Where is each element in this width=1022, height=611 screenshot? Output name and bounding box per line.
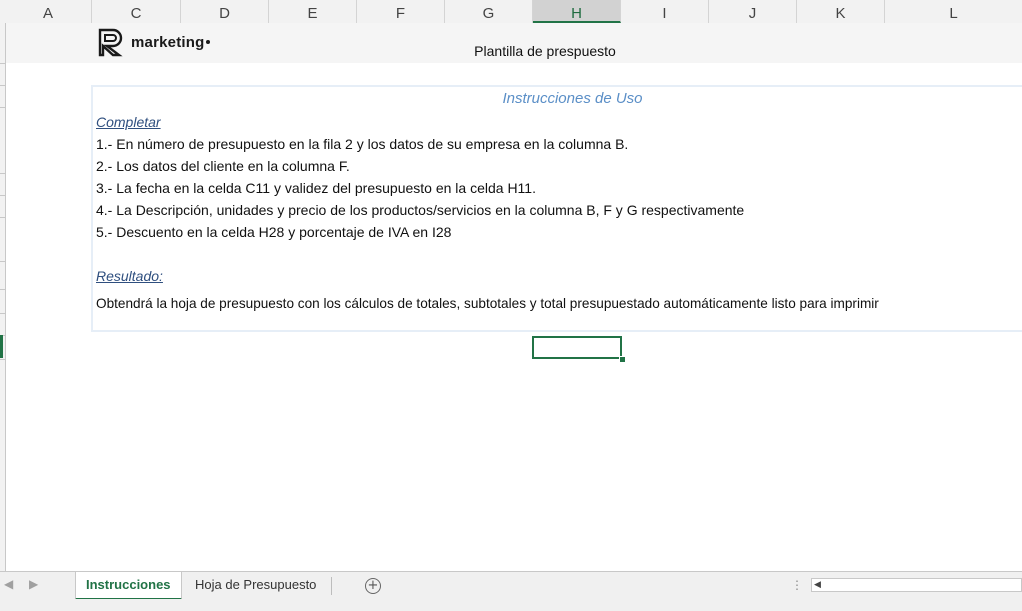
company-logo: marketing [97, 27, 210, 57]
result-heading: Resultado: [96, 268, 163, 284]
column-header-g[interactable]: G [445, 0, 533, 23]
column-header-c[interactable]: C [92, 0, 181, 23]
row-divider [0, 217, 5, 218]
instructions-title: Instrucciones de Uso [502, 90, 643, 107]
scroll-left-arrow-icon[interactable]: ◀ [814, 579, 821, 591]
column-header-i[interactable]: I [621, 0, 709, 23]
column-header-a[interactable]: A [5, 0, 92, 23]
logo-dot [205, 40, 210, 44]
row-divider [0, 359, 5, 360]
instruction-step: 5.- Descuento en la celda H28 y porcenta… [96, 224, 452, 240]
horizontal-scrollbar[interactable]: ◀ [811, 578, 1022, 592]
row-divider [0, 289, 5, 290]
sheet-tab-bar: ◀ ▶ Instrucciones Hoja de Presupuesto + … [0, 571, 1022, 600]
status-bar [0, 599, 1022, 611]
instruction-step: 1.- En número de presupuesto en la fila … [96, 136, 629, 152]
scroll-tabs-left-icon[interactable]: ◀ [4, 577, 13, 591]
sheet-tab-hoja-de-presupuesto[interactable]: Hoja de Presupuesto [185, 572, 326, 598]
result-text: Obtendrá la hoja de presupuesto con los … [96, 296, 879, 311]
tab-divider [331, 577, 332, 595]
logo-text: marketing [131, 33, 205, 51]
sheet-tab-instrucciones[interactable]: Instrucciones [75, 572, 182, 600]
selected-cell[interactable] [532, 336, 622, 359]
row-divider [0, 173, 5, 174]
selected-row-marker [0, 335, 3, 358]
column-header-j[interactable]: J [709, 0, 797, 23]
row-divider [0, 63, 5, 64]
add-sheet-icon[interactable]: + [365, 578, 381, 594]
scroll-tabs-right-icon[interactable]: ▶ [29, 577, 38, 591]
column-header-k[interactable]: K [797, 0, 885, 23]
row-divider [0, 195, 5, 196]
row-divider [0, 85, 5, 86]
column-header-d[interactable]: D [181, 0, 269, 23]
column-header-e[interactable]: E [269, 0, 357, 23]
row-divider [0, 313, 5, 314]
column-header-row: A C D E F G H I J K L [0, 0, 1022, 24]
fill-handle[interactable] [619, 356, 626, 363]
row-divider [0, 261, 5, 262]
column-header-l[interactable]: L [885, 0, 1022, 23]
row-divider [0, 107, 5, 108]
instruction-step: 4.- La Descripción, unidades y precio de… [96, 202, 745, 218]
column-header-h[interactable]: H [533, 0, 621, 23]
r-logo-icon [98, 28, 123, 57]
instruction-step: 2.- Los datos del cliente en la columna … [96, 158, 350, 174]
complete-heading: Completar [96, 114, 161, 130]
instruction-step: 3.- La fecha en la celda C11 y validez d… [96, 180, 536, 196]
column-header-f[interactable]: F [357, 0, 445, 23]
more-options-icon[interactable]: ⋮ [791, 578, 803, 592]
page-title: Plantilla de prespuesto [474, 43, 616, 59]
